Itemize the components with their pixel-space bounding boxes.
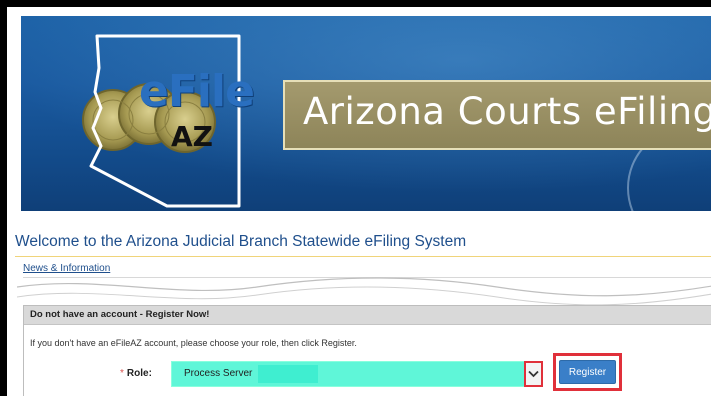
role-dropdown-button[interactable] [524,361,543,387]
arizona-map-icon [82,34,241,208]
logo-efile-text: eFile [139,66,255,117]
register-button[interactable]: Register [559,360,616,384]
welcome-heading: Welcome to the Arizona Judicial Branch S… [15,233,467,250]
welcome-divider [15,256,711,257]
banner-title: Arizona Courts eFiling [303,90,711,133]
register-panel-title: Do not have an account - Register Now! [30,309,210,320]
role-selected-value: Process Server [184,368,253,379]
header-banner: eFile AZ Arizona Courts eFiling [21,16,711,211]
register-panel-header: Do not have an account - Register Now! [24,306,711,325]
role-select-highlight [258,365,318,383]
role-label: * Role: [120,368,152,379]
register-instructions: If you don't have an eFileAZ account, pl… [30,338,357,348]
chevron-down-icon [528,370,539,378]
efile-az-logo: eFile AZ [71,28,255,208]
screenshot-frame: eFile AZ Arizona Courts eFiling Welcome … [0,0,711,396]
torn-edge-divider [17,277,711,305]
required-marker: * [120,368,124,379]
banner-title-box: Arizona Courts eFiling [283,80,711,150]
logo-az-text: AZ [171,120,213,153]
news-information-link[interactable]: News & Information [23,263,110,274]
role-select[interactable]: Process Server [171,361,541,387]
register-panel: Do not have an account - Register Now! I… [23,305,711,396]
role-label-text: Role: [126,368,152,379]
